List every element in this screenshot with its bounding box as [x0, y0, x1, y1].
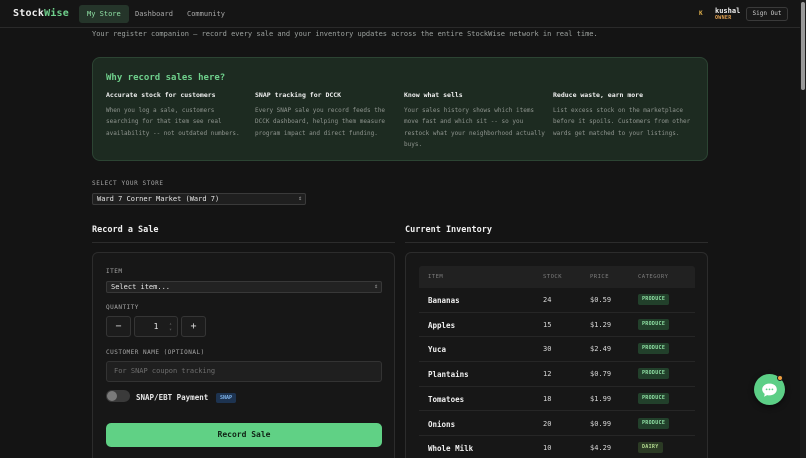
inventory-price: $1.29 [590, 320, 612, 329]
inventory-item-name: Tomatoes [428, 394, 465, 404]
toggle-knob [107, 391, 117, 401]
section-divider [92, 242, 395, 243]
why-column-body: Your sales history shows which items mov… [404, 107, 545, 148]
inventory-stock: 20 [543, 419, 552, 428]
why-column-title: Reduce waste, earn more [553, 91, 644, 99]
top-nav-bar: StockWise My Store Dashboard Community K… [0, 0, 800, 28]
table-row: Whole Milk 10 $4.29 DAIRY [419, 436, 695, 458]
category-badge: PRODUCE [638, 392, 670, 404]
inventory-table-card: ITEM STOCK PRICE CATEGORY Bananas 24 $0.… [405, 252, 708, 458]
why-column-body: When you log a sale, customers searching… [106, 107, 240, 137]
inventory-item-name: Bananas [428, 296, 460, 305]
inventory-price: $4.29 [590, 444, 612, 453]
record-sale-form: ITEM Select item... ⇳ QUANTITY − 1 ▴ ▾ + … [92, 252, 395, 458]
quantity-field-label: QUANTITY [106, 304, 139, 311]
inventory-stock: 10 [543, 444, 552, 453]
user-role-badge: OWNER [715, 15, 732, 21]
category-badge: PRODUCE [638, 417, 670, 429]
brand-name-accent: Wise [44, 8, 69, 19]
table-row: Tomatoes 18 $1.99 PRODUCE [419, 387, 695, 412]
table-row: Plantains 12 $0.79 PRODUCE [419, 362, 695, 387]
inventory-price: $0.79 [590, 370, 612, 379]
why-column-know-what-sells: Know what sells Your sales history shows… [404, 91, 546, 150]
brand-name: Stock [13, 8, 45, 19]
store-select-label: SELECT YOUR STORE [92, 180, 164, 187]
why-column-title: Know what sells [404, 91, 463, 99]
inventory-table-header: ITEM STOCK PRICE CATEGORY [419, 266, 695, 288]
category-badge: PRODUCE [638, 343, 670, 355]
page-scrollbar[interactable] [800, 0, 806, 458]
brand-logo[interactable]: StockWise [13, 8, 69, 19]
item-field-label: ITEM [106, 268, 123, 275]
table-row: Apples 15 $1.29 PRODUCE [419, 313, 695, 338]
category-badge: DAIRY [638, 442, 663, 454]
page-tagline: Your register companion — record every s… [92, 30, 598, 38]
notification-dot [777, 375, 783, 381]
inventory-item-name: Yuca [428, 345, 447, 355]
nav-tab-dashboard[interactable]: Dashboard [127, 5, 181, 23]
inventory-item-name: Apples [428, 320, 456, 330]
snap-badge: SNAP [216, 393, 237, 403]
inventory-price: $0.59 [590, 296, 612, 304]
category-badge: PRODUCE [638, 318, 670, 330]
chevron-up-down-icon: ⇳ [298, 195, 302, 202]
category-badge: PRODUCE [638, 294, 670, 305]
why-column-title: SNAP tracking for DCCK [255, 91, 342, 99]
why-column-body: List excess stock on the marketplace bef… [553, 107, 691, 137]
table-row: Yuca 30 $2.49 PRODUCE [419, 337, 695, 363]
quantity-input[interactable]: 1 ▴ ▾ [134, 316, 178, 337]
table-row: Onions 20 $0.99 PRODUCE [419, 412, 695, 437]
column-header-category: CATEGORY [638, 274, 669, 280]
inventory-stock: 18 [543, 394, 552, 403]
section-divider [405, 242, 708, 243]
record-sale-button[interactable]: Record Sale [106, 423, 382, 447]
inventory-item-name: Onions [428, 419, 456, 429]
user-name: kushal [715, 7, 741, 15]
item-select[interactable]: Select item... ⇳ [106, 281, 382, 293]
inventory-stock: 15 [543, 320, 552, 329]
column-header-item: ITEM [428, 274, 444, 280]
store-select[interactable]: Ward 7 Corner Market (Ward 7) ⇳ [92, 193, 306, 205]
column-header-stock: STOCK [543, 274, 563, 280]
inventory-stock: 30 [543, 345, 552, 354]
nav-tab-community[interactable]: Community [179, 5, 233, 23]
spinner-arrows-icon: ▴ ▾ [168, 321, 172, 333]
current-inventory-heading: Current Inventory [405, 225, 492, 235]
table-row: Bananas 24 $0.59 PRODUCE [419, 288, 695, 313]
column-header-price: PRICE [590, 274, 610, 280]
inventory-item-name: Plantains [428, 370, 469, 380]
nav-tab-my-store[interactable]: My Store [79, 5, 129, 23]
inventory-price: $0.99 [590, 419, 612, 428]
quantity-increment-button[interactable]: + [181, 316, 206, 337]
inventory-price: $1.99 [590, 394, 612, 403]
chevron-up-down-icon: ⇳ [374, 283, 378, 290]
item-select-value: Select item... [111, 283, 171, 291]
inventory-stock: 24 [543, 296, 552, 304]
customer-name-input[interactable]: For SNAP coupon tracking [106, 361, 382, 382]
why-column-title: Accurate stock for customers [106, 91, 216, 99]
customer-name-label: CUSTOMER NAME (OPTIONAL) [106, 349, 205, 356]
why-column-snap-tracking: SNAP tracking for DCCK Every SNAP sale y… [255, 91, 397, 139]
inventory-item-name: Whole Milk [428, 444, 474, 454]
why-column-reduce-waste: Reduce waste, earn more List excess stoc… [553, 91, 695, 139]
sign-out-button[interactable]: Sign Out [746, 7, 788, 21]
why-column-accurate-stock: Accurate stock for customers When you lo… [106, 91, 248, 139]
quantity-value: 1 [153, 322, 159, 331]
quantity-decrement-button[interactable]: − [106, 316, 131, 337]
snap-payment-toggle[interactable] [106, 390, 130, 402]
inventory-price: $2.49 [590, 345, 612, 354]
user-avatar-initial: K [699, 10, 703, 17]
record-sale-heading: Record a Sale [92, 225, 159, 235]
snap-payment-label: SNAP/EBT Payment [136, 393, 209, 402]
why-record-sales-card: Why record sales here? Accurate stock fo… [92, 57, 708, 161]
why-column-body: Every SNAP sale you record feeds the DCC… [255, 107, 386, 137]
inventory-stock: 12 [543, 370, 552, 379]
store-select-value: Ward 7 Corner Market (Ward 7) [97, 195, 220, 203]
scrollbar-thumb[interactable] [801, 2, 805, 90]
category-badge: PRODUCE [638, 368, 670, 380]
why-card-title: Why record sales here? [106, 73, 226, 83]
